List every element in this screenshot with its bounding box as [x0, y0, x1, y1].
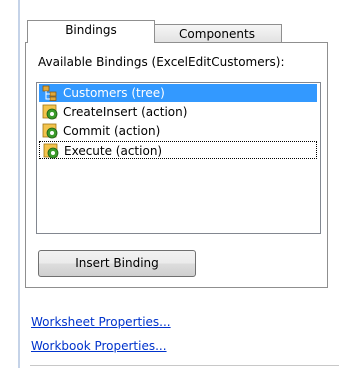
binding-item-execute[interactable]: Execute (action): [39, 141, 317, 159]
binding-label: Commit (action): [63, 124, 161, 138]
binding-item-createinsert[interactable]: CreateInsert (action): [39, 103, 317, 121]
bindings-listbox[interactable]: Customers (tree) CreateInsert (action) C…: [36, 82, 321, 234]
binding-label: Customers (tree): [63, 86, 165, 100]
binding-item-commit[interactable]: Commit (action): [39, 122, 317, 140]
binding-label: Execute (action): [64, 144, 163, 158]
insert-binding-button[interactable]: Insert Binding: [38, 250, 196, 277]
binding-label: CreateInsert (action): [63, 105, 188, 119]
tab-bindings[interactable]: Bindings: [27, 20, 155, 43]
left-border: [18, 0, 20, 368]
binding-item-customers[interactable]: Customers (tree): [39, 84, 317, 102]
action-binding-icon: [42, 104, 58, 120]
tab-components[interactable]: Components: [152, 24, 282, 43]
action-binding-icon: [43, 143, 59, 159]
worksheet-properties-link[interactable]: Worksheet Properties...: [31, 315, 171, 329]
action-binding-icon: [42, 123, 58, 139]
workbook-properties-link[interactable]: Workbook Properties...: [31, 339, 167, 353]
available-bindings-caption: Available Bindings (ExcelEditCustomers):: [38, 55, 285, 69]
tree-binding-icon: [42, 85, 57, 101]
divider: [30, 365, 339, 366]
